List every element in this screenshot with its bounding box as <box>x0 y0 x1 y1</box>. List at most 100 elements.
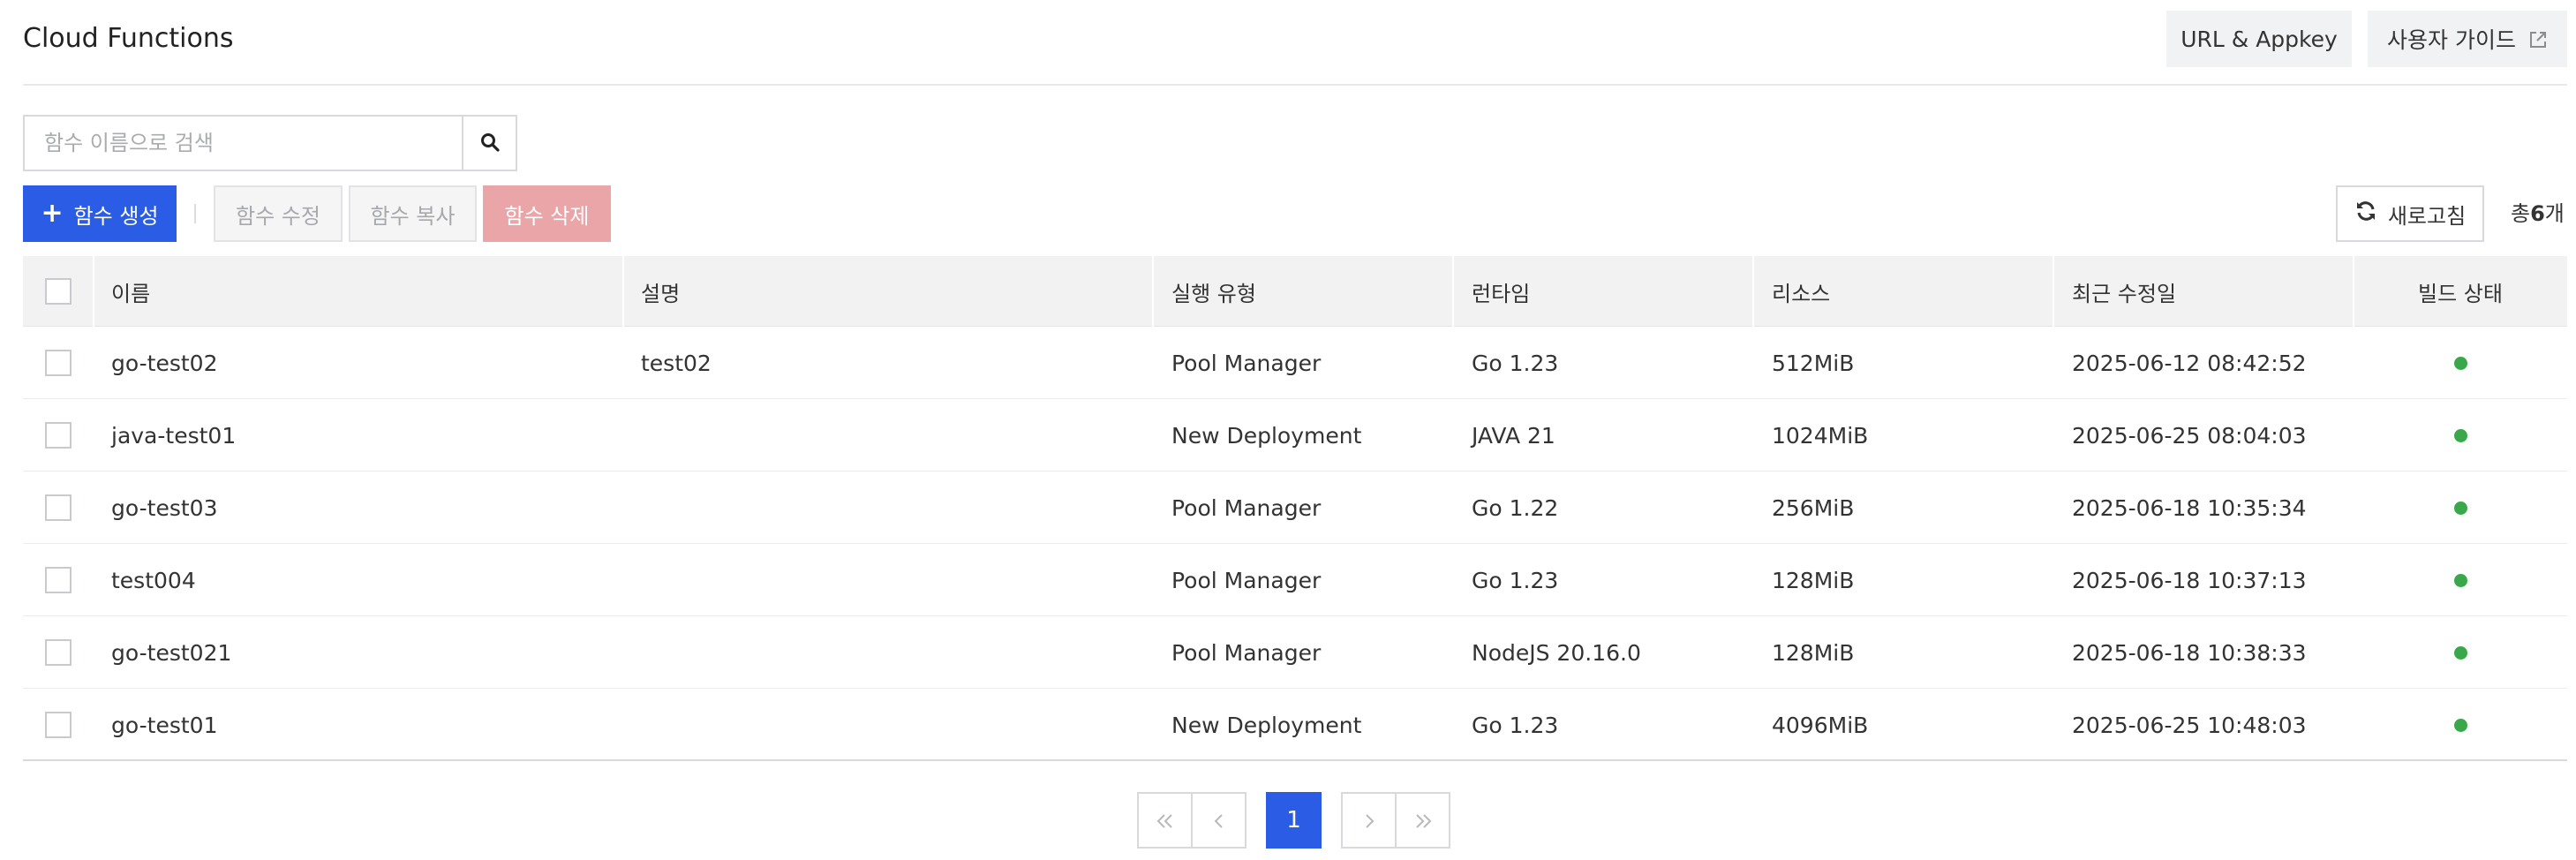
table-row[interactable]: go-test01 New Deployment Go 1.23 4096MiB 202… <box>23 689 2567 761</box>
cell-name[interactable]: java-test01 <box>111 399 236 471</box>
cell-name[interactable]: go-test01 <box>111 689 217 761</box>
column-header-exec-type[interactable]: 실행 유형 <box>1171 256 1256 327</box>
column-separator <box>2053 256 2054 327</box>
cell-build-status <box>2354 689 2567 761</box>
next-page-button[interactable] <box>1341 792 1397 849</box>
functions-table: 이름 설명 실행 유형 런타임 리소스 최근 수정일 빌드 상태 go-test… <box>23 256 2567 761</box>
column-header-description[interactable]: 설명 <box>641 256 680 327</box>
cell-build-status <box>2354 544 2567 616</box>
cell-exec-type: Pool Manager <box>1171 350 1322 376</box>
cell-modified: 2025-06-18 10:38:33 <box>2072 639 2307 666</box>
last-page-button[interactable] <box>1395 792 1450 849</box>
toolbar-separator <box>194 204 196 223</box>
cell-resource: 1024MiB <box>1772 422 1869 449</box>
cell-name[interactable]: go-test02 <box>111 327 217 399</box>
header-divider <box>23 84 2567 86</box>
cell-exec-type: Pool Manager <box>1171 567 1322 593</box>
search-button[interactable] <box>462 115 517 171</box>
cell-name[interactable]: test004 <box>111 544 196 616</box>
cell-runtime: Go 1.23 <box>1472 712 1559 738</box>
cell-modified: 2025-06-18 10:35:34 <box>2072 494 2307 521</box>
select-all-cell <box>45 256 72 327</box>
cell-resource: 128MiB <box>1772 639 1855 666</box>
create-function-button[interactable]: + 함수 생성 <box>23 185 177 242</box>
cell-description: test02 <box>641 350 712 376</box>
status-success-icon <box>2453 356 2467 370</box>
cell-runtime: Go 1.23 <box>1472 350 1559 376</box>
delete-function-button[interactable]: 함수 삭제 <box>483 185 611 242</box>
cell-build-status <box>2354 399 2567 471</box>
row-select-cell <box>45 327 72 399</box>
status-success-icon <box>2453 718 2467 732</box>
cell-resource: 256MiB <box>1772 494 1855 521</box>
search-input[interactable] <box>23 115 462 171</box>
column-header-modified[interactable]: 최근 수정일 <box>2072 256 2176 327</box>
cell-exec-type: New Deployment <box>1171 422 1362 449</box>
copy-function-button[interactable]: 함수 복사 <box>349 185 477 242</box>
cell-exec-type: Pool Manager <box>1171 494 1322 521</box>
column-separator <box>93 256 94 327</box>
table-header: 이름 설명 실행 유형 런타임 리소스 최근 수정일 빌드 상태 <box>23 256 2567 327</box>
double-chevron-right-icon <box>1413 806 1433 835</box>
user-guide-button[interactable]: 사용자 가이드 <box>2368 11 2567 67</box>
cell-runtime: NodeJS 20.16.0 <box>1472 639 1641 666</box>
table-row[interactable]: go-test021 Pool Manager NodeJS 20.16.0 128M… <box>23 616 2567 689</box>
cell-name[interactable]: go-test021 <box>111 616 231 689</box>
cell-runtime: Go 1.22 <box>1472 494 1559 521</box>
column-header-build-status[interactable]: 빌드 상태 <box>2354 256 2567 327</box>
total-prefix: 총 <box>2511 201 2531 226</box>
table-row[interactable]: go-test02 test02 Pool Manager Go 1.23 512MiB… <box>23 327 2567 399</box>
row-checkbox[interactable] <box>45 639 72 666</box>
row-select-cell <box>45 471 72 544</box>
cell-exec-type: New Deployment <box>1171 712 1362 738</box>
cell-runtime: JAVA 21 <box>1472 422 1555 449</box>
column-header-resource[interactable]: 리소스 <box>1772 256 1830 327</box>
refresh-button[interactable]: 새로고침 <box>2336 185 2484 242</box>
cell-resource: 512MiB <box>1772 350 1855 376</box>
total-count: 총6개 <box>2511 200 2565 228</box>
cell-build-status <box>2354 616 2567 689</box>
status-success-icon <box>2453 428 2467 442</box>
table-row[interactable]: test004 Pool Manager Go 1.23 128MiB 2025-06-… <box>23 544 2567 616</box>
cell-build-status <box>2354 327 2567 399</box>
cell-modified: 2025-06-25 08:04:03 <box>2072 422 2307 449</box>
column-separator <box>1152 256 1154 327</box>
table-row[interactable]: go-test03 Pool Manager Go 1.22 256MiB 2025-0… <box>23 471 2567 544</box>
row-checkbox[interactable] <box>45 712 72 738</box>
user-guide-label: 사용자 가이드 <box>2387 27 2516 53</box>
row-checkbox[interactable] <box>45 494 72 521</box>
cell-build-status <box>2354 471 2567 544</box>
row-checkbox[interactable] <box>45 567 72 593</box>
column-header-name[interactable]: 이름 <box>111 256 150 327</box>
pagination-pages: 1 <box>1266 792 1322 849</box>
page-button-current[interactable]: 1 <box>1266 792 1322 849</box>
column-header-runtime[interactable]: 런타임 <box>1472 256 1530 327</box>
url-appkey-button[interactable]: URL & Appkey <box>2166 11 2352 67</box>
cell-name[interactable]: go-test03 <box>111 471 217 544</box>
prev-page-button[interactable] <box>1191 792 1247 849</box>
status-success-icon <box>2453 573 2467 587</box>
search-icon <box>480 132 500 155</box>
pagination-next-group <box>1341 792 1450 849</box>
status-success-icon <box>2453 501 2467 515</box>
page-title: Cloud Functions <box>23 23 234 54</box>
row-select-cell <box>45 399 72 471</box>
cell-resource: 4096MiB <box>1772 712 1869 738</box>
select-all-checkbox[interactable] <box>45 278 72 305</box>
cell-modified: 2025-06-25 10:48:03 <box>2072 712 2307 738</box>
first-page-button[interactable] <box>1137 792 1193 849</box>
edit-function-button[interactable]: 함수 수정 <box>214 185 343 242</box>
refresh-icon <box>2354 200 2377 228</box>
cell-resource: 128MiB <box>1772 567 1855 593</box>
row-select-cell <box>45 689 72 761</box>
create-function-label: 함수 생성 <box>73 203 159 229</box>
row-select-cell <box>45 616 72 689</box>
column-separator <box>1752 256 1754 327</box>
double-chevron-left-icon <box>1156 806 1175 835</box>
plus-icon: + <box>41 198 64 229</box>
table-row[interactable]: java-test01 New Deployment JAVA 21 1024MiB 2… <box>23 399 2567 471</box>
chevron-left-icon <box>1213 806 1225 835</box>
row-checkbox[interactable] <box>45 422 72 449</box>
table-body: go-test02 test02 Pool Manager Go 1.23 512MiB… <box>23 327 2567 761</box>
row-checkbox[interactable] <box>45 350 72 376</box>
